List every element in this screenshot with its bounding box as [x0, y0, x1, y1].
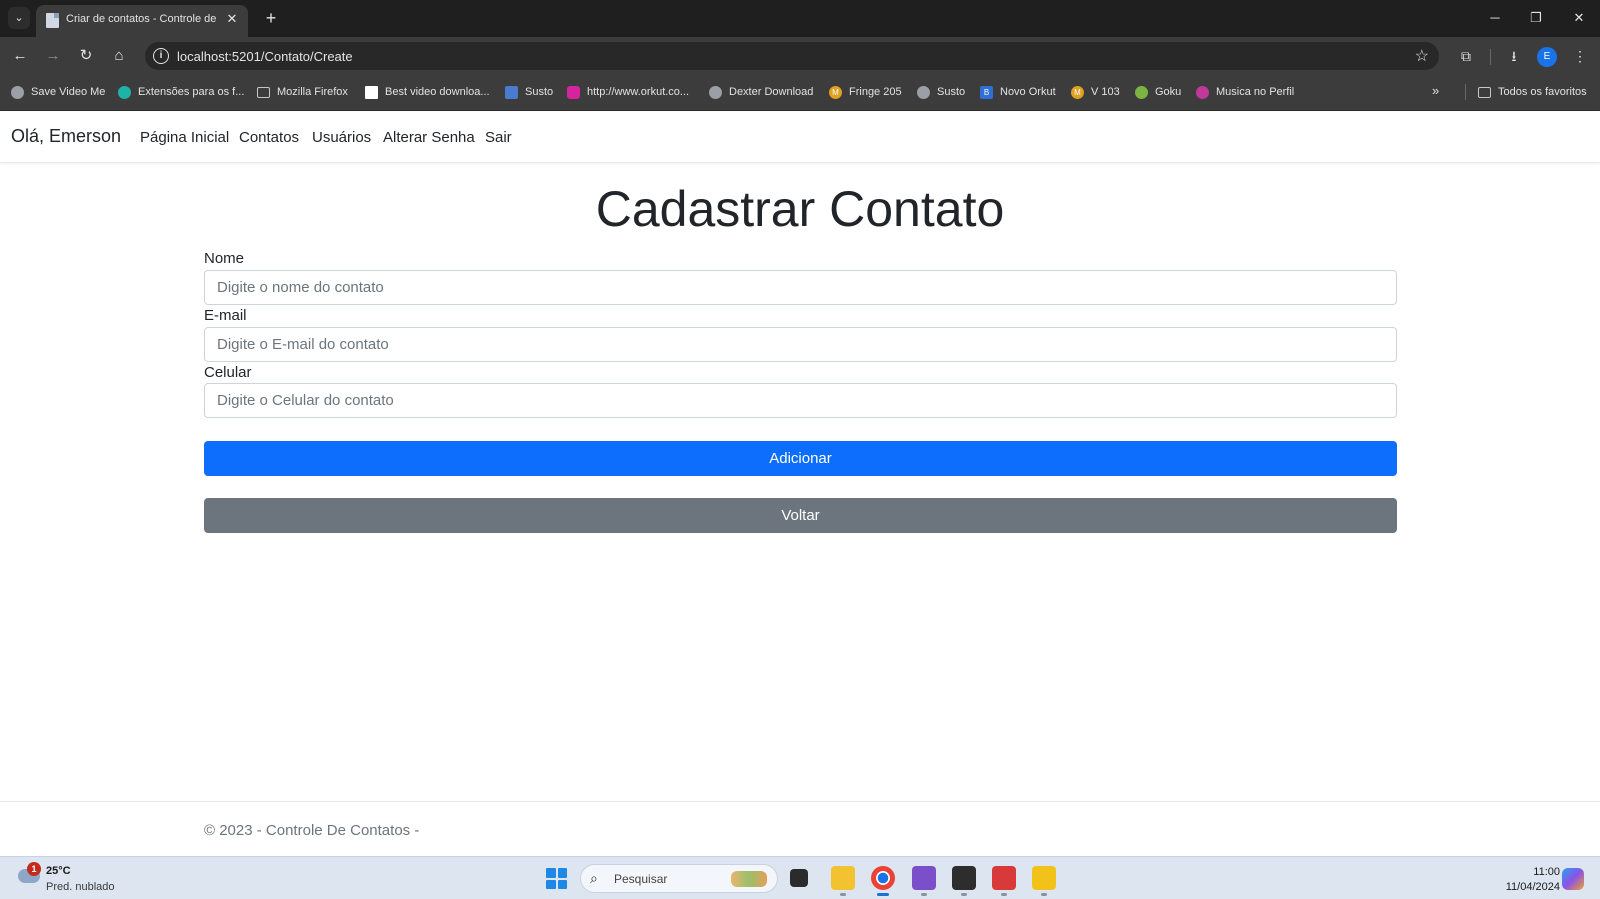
- name-input[interactable]: [204, 270, 1397, 305]
- taskbar-search[interactable]: ⌕ Pesquisar: [580, 864, 778, 893]
- bookmark-item[interactable]: Musica no Perfil: [1196, 84, 1294, 100]
- m-badge-icon: M: [829, 85, 842, 99]
- add-button[interactable]: Adicionar: [204, 441, 1397, 476]
- nav-link-home[interactable]: Página Inicial: [140, 129, 229, 146]
- bookmark-item[interactable]: MV 103: [1071, 84, 1120, 100]
- windows-taskbar: 1 25°C Pred. nublado ⌕ Pesquisar 11:00 1…: [0, 856, 1600, 899]
- search-highlight-icon: [731, 871, 767, 887]
- name-label: Nome: [204, 250, 245, 267]
- search-placeholder: Pesquisar: [614, 872, 668, 886]
- window-close-icon[interactable]: ✕: [1566, 6, 1592, 30]
- bookmark-star-icon[interactable]: ☆: [1415, 46, 1429, 66]
- bookmarks-bar: Save Video Me Extensões para os f... Moz…: [0, 74, 1600, 111]
- extensions-icon[interactable]: ⧉: [1454, 44, 1478, 68]
- site-info-icon[interactable]: i: [153, 48, 169, 64]
- nav-link-change-password[interactable]: Alterar Senha: [383, 129, 475, 146]
- paint-app-icon[interactable]: [1032, 866, 1056, 896]
- reload-icon[interactable]: ↻: [74, 44, 98, 68]
- visual-studio-icon[interactable]: [912, 866, 936, 896]
- email-input[interactable]: [204, 327, 1397, 362]
- page-footer: © 2023 - Controle De Contatos -: [0, 801, 1600, 856]
- task-view-icon[interactable]: [790, 869, 808, 887]
- nav-link-contacts[interactable]: Contatos: [239, 129, 299, 146]
- bookmark-item[interactable]: Dexter Download: [709, 84, 813, 100]
- globe-icon: [11, 85, 24, 99]
- bookmark-folder[interactable]: Mozilla Firefox: [257, 84, 348, 100]
- windows-start-icon[interactable]: [546, 868, 567, 889]
- weather-description: Pred. nublado: [46, 881, 115, 893]
- browser-tabstrip: ⌄ Criar de contatos - Controle de ✕ + ─ …: [0, 0, 1600, 37]
- system-clock[interactable]: 11:00 11/04/2024: [1506, 865, 1560, 895]
- tab-close-icon[interactable]: ✕: [224, 11, 240, 27]
- clock-time: 11:00: [1533, 866, 1560, 878]
- bookmark-item[interactable]: B Novo Orkut: [980, 84, 1056, 100]
- nav-link-users[interactable]: Usuários: [312, 129, 371, 146]
- minimize-icon[interactable]: ─: [1482, 6, 1508, 30]
- search-icon: ⌕: [590, 870, 598, 886]
- terminal-icon[interactable]: [952, 866, 976, 896]
- bookmark-item[interactable]: Goku: [1135, 84, 1181, 100]
- tab-search-icon[interactable]: ⌄: [8, 7, 30, 29]
- back-button[interactable]: Voltar: [204, 498, 1397, 533]
- all-bookmarks-folder[interactable]: Todos os favoritos: [1478, 84, 1587, 100]
- bookmark-item[interactable]: Susto: [917, 84, 965, 100]
- bookmark-item[interactable]: Extensões para os f...: [118, 84, 244, 100]
- nav-link-logout[interactable]: Sair: [485, 129, 512, 146]
- bookmarks-divider: [1465, 84, 1466, 100]
- folder-icon: [257, 86, 270, 98]
- page-icon: [365, 85, 378, 99]
- puzzle-icon: [118, 85, 131, 99]
- page-title: Cadastrar Contato: [595, 181, 1005, 237]
- globe-icon: [709, 85, 722, 99]
- copilot-icon[interactable]: [1562, 868, 1584, 890]
- clock-date: 11/04/2024: [1505, 881, 1560, 893]
- bookmark-item[interactable]: Best video downloa...: [365, 84, 490, 100]
- download-icon[interactable]: ⭳: [1502, 44, 1526, 68]
- b-icon: B: [980, 85, 993, 99]
- phone-input[interactable]: [204, 383, 1397, 418]
- new-tab-icon[interactable]: +: [260, 7, 282, 29]
- star-icon: [1135, 85, 1148, 99]
- url-text[interactable]: localhost:5201/Contato/Create: [177, 49, 353, 64]
- weather-temperature: 25°C: [46, 865, 71, 877]
- page-favicon-icon: [46, 13, 59, 28]
- folder-icon: [1478, 86, 1491, 98]
- footer-text: © 2023 - Controle De Contatos -: [204, 822, 420, 839]
- bookmark-item[interactable]: M Fringe 205: [829, 84, 902, 100]
- restore-icon[interactable]: ❐: [1523, 6, 1549, 30]
- browser-toolbar: ← → ↻ ⌂ i localhost:5201/Contato/Create …: [0, 37, 1600, 74]
- notification-badge: 1: [27, 862, 41, 876]
- home-icon[interactable]: ⌂: [107, 44, 131, 68]
- chrome-icon[interactable]: [871, 866, 895, 896]
- address-bar[interactable]: i localhost:5201/Contato/Create ☆: [145, 42, 1439, 70]
- toolbar-divider: [1490, 49, 1491, 65]
- swirl-icon: [1196, 85, 1209, 99]
- bookmark-item[interactable]: http://www.orkut.co...: [567, 84, 689, 100]
- bookmark-item[interactable]: Save Video Me: [11, 84, 105, 100]
- navbar-brand[interactable]: Olá, Emerson: [11, 126, 121, 147]
- instagram-icon: [567, 85, 580, 99]
- bookmark-item[interactable]: Susto: [505, 84, 553, 100]
- database-app-icon[interactable]: [992, 866, 1016, 896]
- email-label: E-mail: [204, 307, 247, 324]
- tab-title: Criar de contatos - Controle de: [66, 13, 216, 25]
- chevron-double-right-icon[interactable]: »: [1432, 83, 1439, 98]
- phone-label: Celular: [204, 364, 252, 381]
- camera-icon: [505, 85, 518, 99]
- site-navbar: Olá, Emerson Página Inicial Contatos Usu…: [0, 112, 1600, 163]
- m-badge-icon: M: [1071, 85, 1084, 99]
- forward-icon[interactable]: →: [41, 44, 65, 68]
- file-explorer-icon[interactable]: [831, 866, 855, 896]
- globe-icon: [917, 85, 930, 99]
- profile-avatar[interactable]: E: [1537, 47, 1557, 67]
- browser-tab-active[interactable]: Criar de contatos - Controle de ✕: [36, 5, 248, 37]
- menu-kebab-icon[interactable]: ⋮: [1568, 44, 1592, 68]
- back-icon[interactable]: ←: [8, 44, 32, 68]
